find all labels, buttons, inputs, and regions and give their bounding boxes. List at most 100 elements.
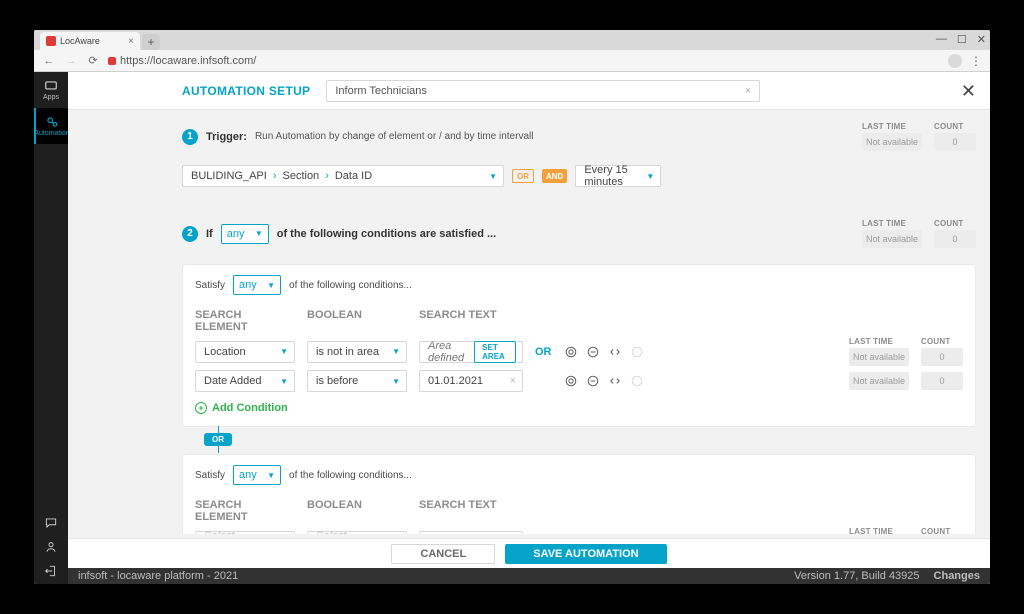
group2-any-value: any: [239, 469, 257, 481]
crumb-3: Data ID: [335, 170, 372, 182]
add-condition-button[interactable]: + Add Condition: [195, 402, 963, 414]
search-text-input[interactable]: Area defined SET AREA: [419, 341, 523, 363]
search-text-input[interactable]: Enter Search Text: [419, 531, 523, 535]
row-count-value: 0: [921, 372, 963, 390]
app: Apps Automation AUTOMATION SETUP: [34, 72, 990, 584]
step-badge-2: 2: [182, 226, 198, 242]
condition-group-1: Satisfy any ▼ of the following condition…: [182, 264, 976, 427]
row-lasttime-label: LAST TIME: [849, 337, 909, 346]
any-value: any: [227, 228, 245, 240]
step-badge-1: 1: [182, 129, 198, 145]
trigger-lasttime-value: Not available: [862, 133, 922, 151]
cond-lasttime-label: LAST TIME: [862, 219, 922, 228]
group2-any-select[interactable]: any ▼: [233, 465, 281, 485]
row-count-label: COUNT: [921, 527, 963, 534]
cancel-button[interactable]: CANCEL: [391, 544, 495, 564]
setup-header: AUTOMATION SETUP Inform Technicians × ✕: [68, 72, 990, 110]
tab-close-icon[interactable]: ×: [128, 36, 134, 47]
automation-name-input[interactable]: Inform Technicians ×: [326, 80, 760, 102]
or-pill: OR: [204, 433, 232, 446]
code-icon[interactable]: [608, 345, 622, 359]
element-select[interactable]: Select Element ▼: [195, 531, 295, 535]
close-panel-icon[interactable]: ✕: [961, 81, 976, 102]
crumb-2: Section: [282, 170, 319, 182]
plus-circle-icon: +: [195, 402, 207, 414]
duplicate-icon[interactable]: [564, 345, 578, 359]
satisfy-label: Satisfy: [195, 280, 225, 291]
rail-item-automation[interactable]: Automation: [34, 108, 68, 144]
col-boolean: BOOLEAN: [307, 309, 407, 333]
chevron-down-icon: ▼: [392, 377, 400, 386]
close-window-icon[interactable]: ✕: [977, 33, 986, 46]
row-lasttime-value: Not available: [849, 372, 909, 390]
chevron-down-icon: ▼: [255, 229, 263, 238]
any-all-select[interactable]: any ▼: [221, 224, 269, 244]
browser-menu-icon[interactable]: ⋮: [970, 54, 982, 68]
screen: LocAware × + — ☐ ✕ ← → ⟳ https://locawar…: [34, 30, 990, 584]
app-footer: infsoft - locaware platform - 2021 Versi…: [68, 568, 990, 584]
maximize-icon[interactable]: ☐: [957, 33, 967, 46]
browser-tab[interactable]: LocAware ×: [40, 32, 140, 50]
clear-text-icon[interactable]: ×: [510, 375, 516, 387]
nav-forward-icon[interactable]: →: [64, 54, 78, 68]
reload-icon[interactable]: ⟳: [86, 54, 100, 68]
col-search-text: SEARCH TEXT: [419, 309, 523, 333]
element-placeholder: Select Element: [204, 530, 274, 535]
col-boolean: BOOLEAN: [307, 499, 407, 523]
nav-back-icon[interactable]: ←: [42, 54, 56, 68]
operator-select[interactable]: Select Operator ▼: [307, 531, 407, 535]
col-search-element: SEARCH ELEMENT: [195, 499, 295, 523]
operator-value: is before: [316, 375, 358, 387]
footer-version: Version 1.77, Build 43925: [794, 570, 919, 582]
chevron-down-icon: ▼: [280, 347, 288, 356]
operator-placeholder: Select Operator: [316, 530, 386, 535]
rail-item-apps[interactable]: Apps: [34, 72, 68, 108]
or-connector: OR: [204, 433, 976, 446]
and-badge[interactable]: AND: [542, 169, 567, 183]
duplicate-icon[interactable]: [564, 374, 578, 388]
cancel-label: CANCEL: [420, 548, 466, 560]
save-button[interactable]: SAVE AUTOMATION: [505, 544, 666, 564]
user-icon[interactable]: [44, 540, 58, 554]
new-tab-button[interactable]: +: [142, 34, 160, 50]
device-frame: LocAware × + — ☐ ✕ ← → ⟳ https://locawar…: [10, 10, 1014, 604]
trigger-subtitle: Run Automation by change of element or /…: [255, 131, 534, 142]
remove-icon[interactable]: [586, 374, 600, 388]
tab-title: LocAware: [60, 36, 100, 46]
add-condition-label: Add Condition: [212, 402, 288, 414]
window-controls: — ☐ ✕: [936, 30, 986, 48]
info-icon: [630, 345, 644, 359]
group1-any-select[interactable]: any ▼: [233, 275, 281, 295]
operator-select[interactable]: is not in area ▼: [307, 341, 407, 363]
element-select[interactable]: Location ▼: [195, 341, 295, 363]
trigger-lasttime-label: LAST TIME: [862, 122, 922, 131]
trigger-row: BULIDING_API › Section › Data ID ▼ OR AN…: [182, 165, 976, 187]
url-display[interactable]: https://locaware.infsoft.com/: [108, 55, 940, 67]
profile-avatar-icon[interactable]: [948, 54, 962, 68]
search-text-input[interactable]: 01.01.2021 ×: [419, 370, 523, 392]
condition-group-2: Satisfy any ▼ of the following condition…: [182, 454, 976, 534]
or-badge[interactable]: OR: [512, 169, 534, 183]
operator-select[interactable]: is before ▼: [307, 370, 407, 392]
conditions-section: 2 If any ▼ of the following conditions a…: [182, 211, 976, 534]
chevron-down-icon: ▼: [267, 471, 275, 480]
rail-label-apps: Apps: [43, 94, 59, 101]
footer-changes[interactable]: Changes: [934, 570, 980, 582]
url-favicon-icon: [108, 57, 116, 65]
element-select[interactable]: Date Added ▼: [195, 370, 295, 392]
operator-value: is not in area: [316, 346, 379, 358]
remove-icon[interactable]: [586, 345, 600, 359]
clear-name-icon[interactable]: ×: [745, 85, 751, 97]
set-area-button[interactable]: SET AREA: [474, 341, 516, 363]
logout-icon[interactable]: [44, 564, 58, 578]
minimize-icon[interactable]: —: [936, 33, 947, 45]
chat-icon[interactable]: [44, 516, 58, 530]
code-icon[interactable]: [608, 374, 622, 388]
conditions-header: 2 If any ▼ of the following conditions a…: [182, 211, 976, 256]
favicon-icon: [46, 36, 56, 46]
interval-select[interactable]: Every 15 minutes ▼: [575, 165, 661, 187]
info-icon: [630, 374, 644, 388]
crumb-sep-icon: ›: [325, 170, 329, 182]
trigger-path-select[interactable]: BULIDING_API › Section › Data ID ▼: [182, 165, 504, 187]
trigger-title: Trigger:: [206, 131, 247, 143]
